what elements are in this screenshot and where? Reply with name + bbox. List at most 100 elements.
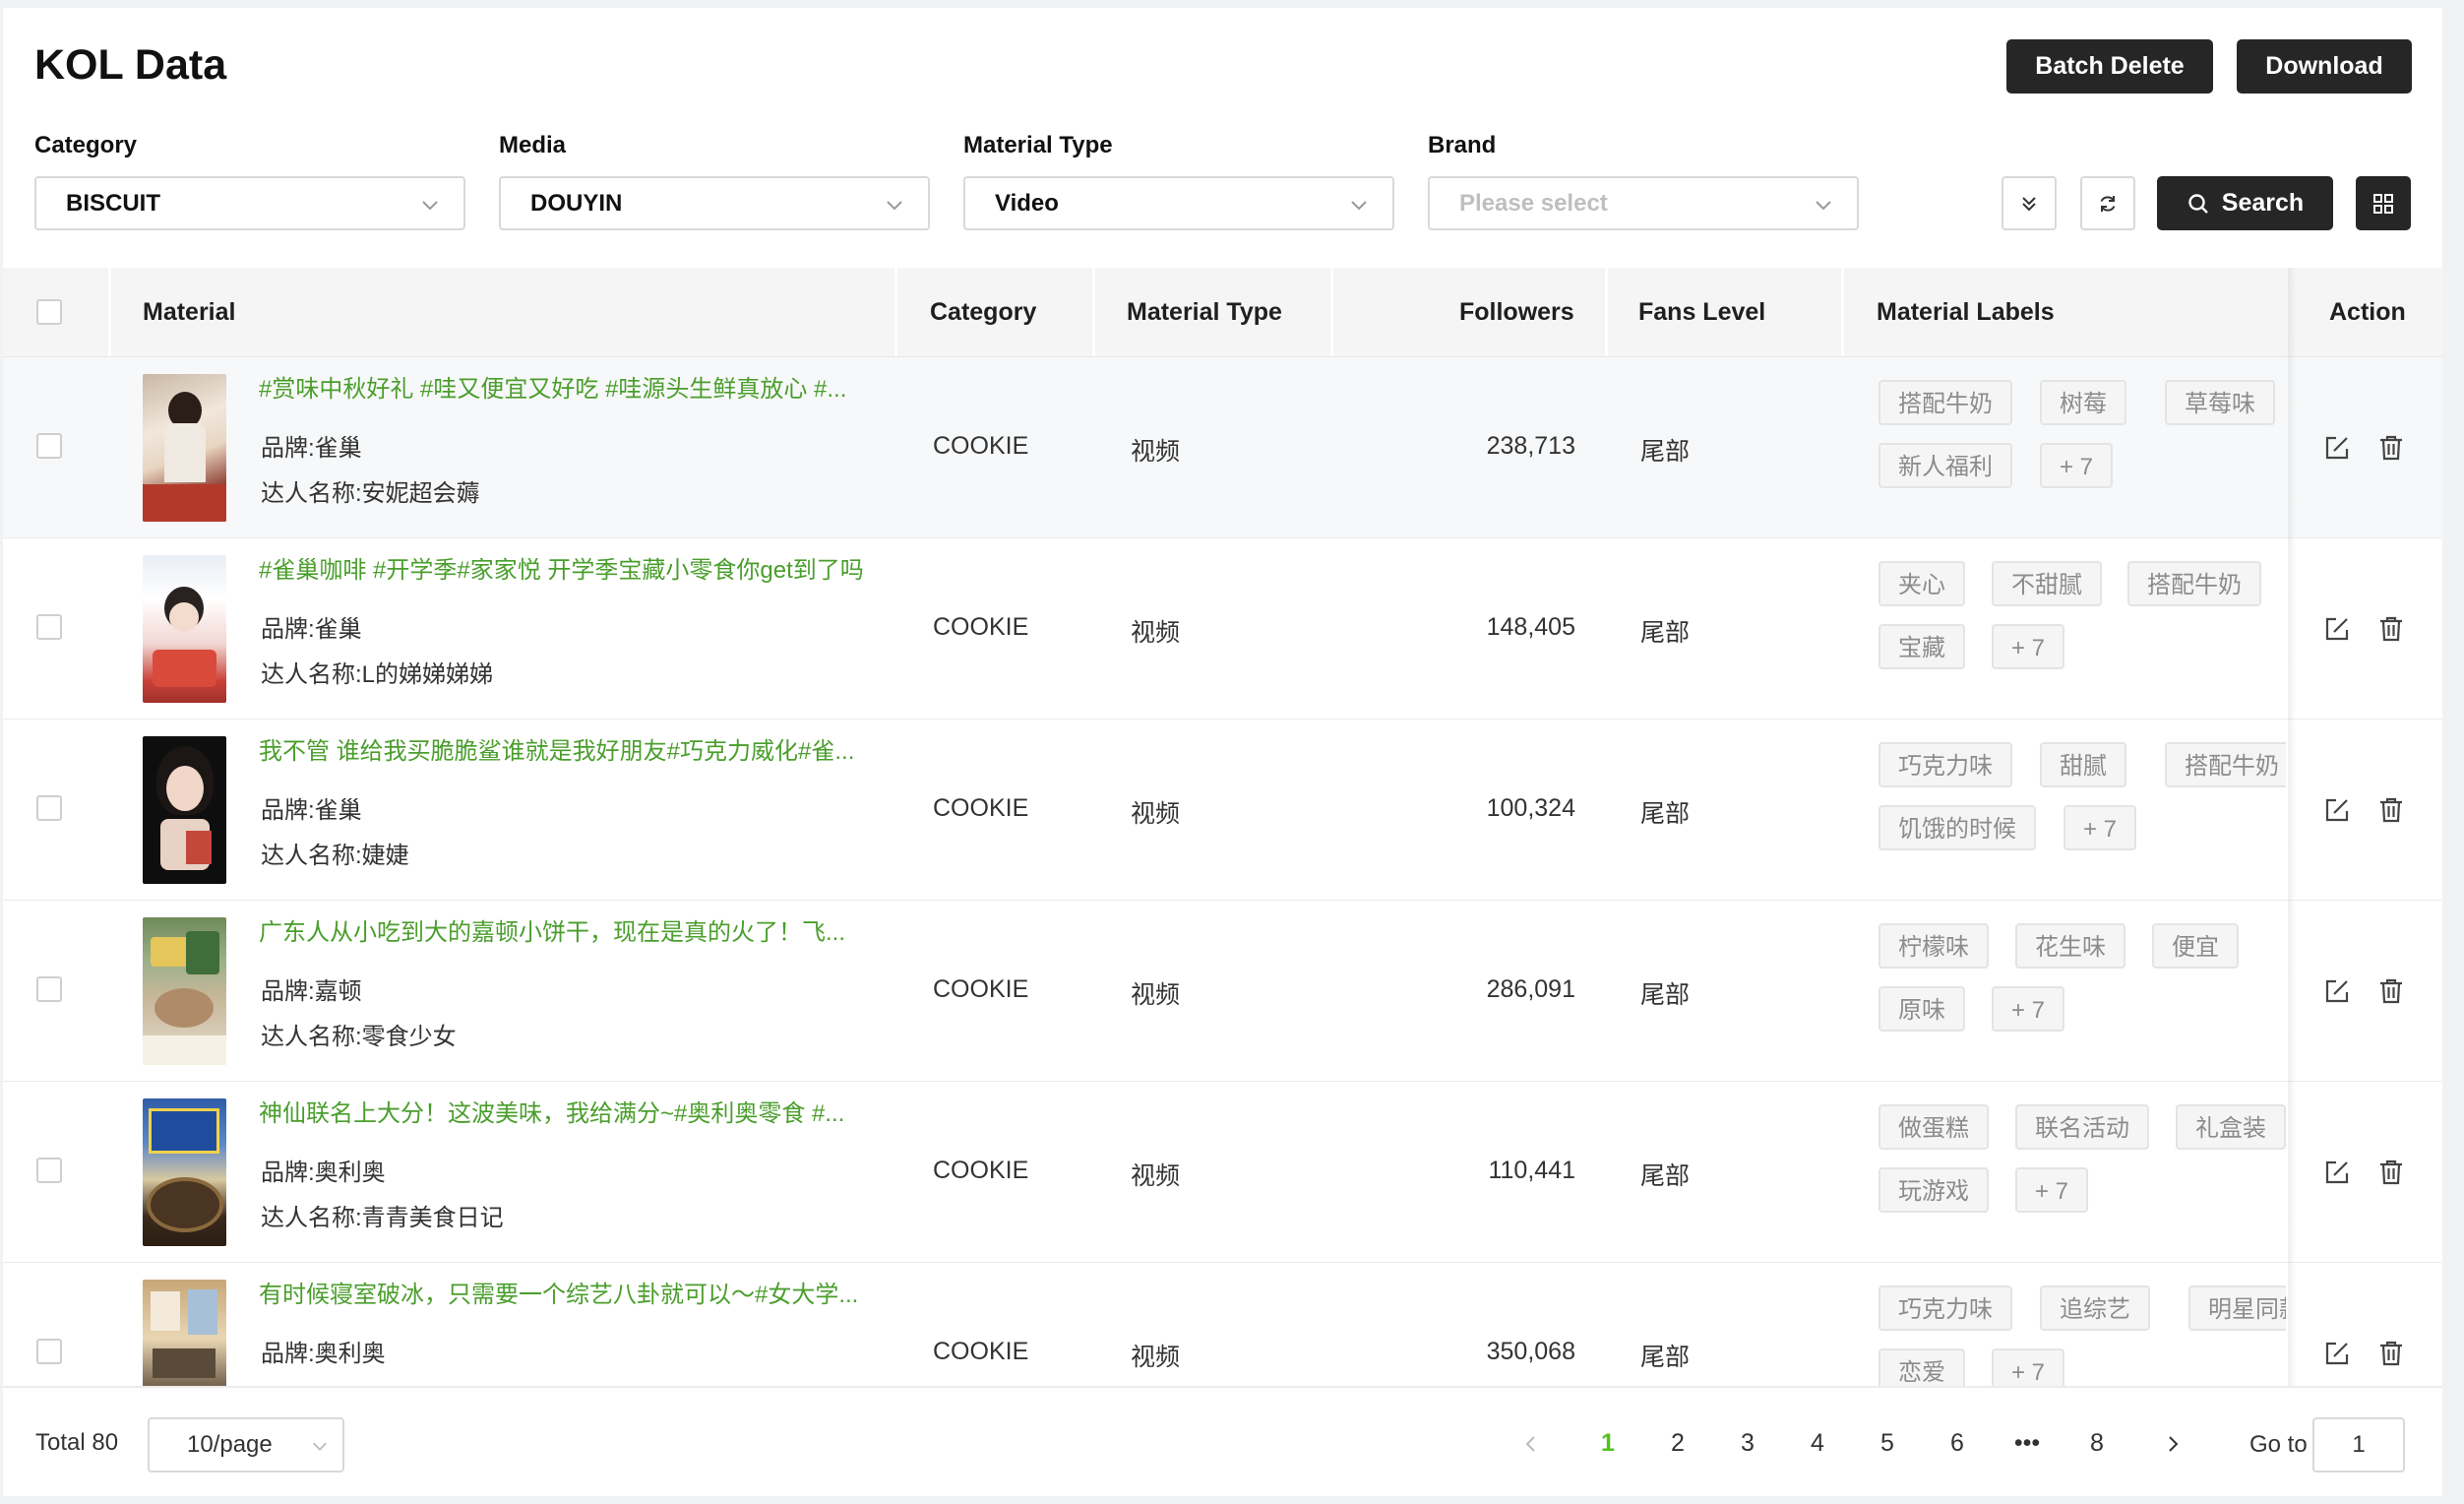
delete-icon[interactable] [2376,795,2406,825]
column-header-material-labels[interactable]: Material Labels [1877,268,2055,356]
row-checkbox[interactable] [36,795,62,821]
material-label-tag: 巧克力味 [1879,1285,2012,1331]
page-5-button[interactable]: 5 [1868,1429,1907,1458]
kol-name-text: 达人名称:安妮超会薅 [261,480,480,507]
delete-icon[interactable] [2376,1339,2406,1368]
material-thumbnail[interactable] [143,1280,226,1386]
delete-icon[interactable] [2376,433,2406,463]
batch-delete-button[interactable]: Batch Delete [2006,39,2213,94]
column-header-fans-level[interactable]: Fans Level [1638,268,1765,356]
row-checkbox[interactable] [36,1158,62,1183]
category-cell: COOKIE [933,975,1029,1003]
column-header-material-type[interactable]: Material Type [1127,268,1282,356]
delete-icon[interactable] [2376,614,2406,644]
search-icon [2188,193,2208,214]
more-labels-tag[interactable]: + 7 [1992,624,2065,669]
chevron-down-icon [1351,201,1367,211]
expand-filters-button[interactable] [2002,176,2057,230]
delete-icon[interactable] [2376,1158,2406,1187]
material-labels: 搭配牛奶 树莓 草莓味 新人福利 + 7 [1879,380,2286,528]
material-label-tag: 搭配牛奶 [2127,561,2261,606]
fans-level-cell: 尾部 [1640,619,1691,647]
more-labels-tag[interactable]: + 7 [1992,1348,2065,1386]
material-label-tag: 便宜 [2152,923,2239,969]
page-size-select[interactable]: 10/page [148,1417,344,1473]
column-header-material[interactable]: Material [143,268,235,356]
material-labels: 柠檬味 花生味 便宜 原味 + 7 [1879,923,2286,1071]
material-thumbnail[interactable] [143,374,226,522]
row-checkbox[interactable] [36,433,62,459]
kol-name-text: 达人名称:零食少女 [261,1024,457,1050]
more-labels-tag[interactable]: + 7 [2015,1167,2089,1213]
material-label-tag: 联名活动 [2015,1104,2149,1150]
material-thumbnail[interactable] [143,736,226,884]
goto-label: Go to [2249,1431,2308,1458]
category-select[interactable]: BISCUIT [34,176,465,230]
brand-select[interactable]: Please select [1428,176,1859,230]
page-ellipsis[interactable]: ••• [2007,1429,2047,1458]
table-row: 我不管 谁给我买脆脆鲨谁就是我好朋友#巧克力威化#雀... 品牌:雀巢 达人名称… [3,720,2442,902]
edit-icon[interactable] [2322,614,2352,644]
media-select-value: DOUYIN [530,189,623,217]
followers-cell: 148,405 [1486,613,1575,641]
download-button[interactable]: Download [2237,39,2412,94]
material-label-tag: 搭配牛奶 [2165,742,2286,787]
page-2-button[interactable]: 2 [1658,1429,1697,1458]
material-label-tag: 搭配牛奶 [1879,380,2012,425]
row-checkbox[interactable] [36,1339,62,1364]
edit-icon[interactable] [2322,976,2352,1006]
material-label-tag: 甜腻 [2040,742,2126,787]
material-label-tag: 做蛋糕 [1879,1104,1989,1150]
material-thumbnail[interactable] [143,1098,226,1246]
delete-icon[interactable] [2376,976,2406,1006]
fans-level-cell: 尾部 [1640,438,1691,466]
material-label-tag: 草莓味 [2165,380,2275,425]
row-checkbox[interactable] [36,614,62,640]
material-label-tag: 巧克力味 [1879,742,2012,787]
select-all-checkbox[interactable] [36,299,62,325]
material-title-link[interactable]: #雀巢咖啡 #开学季#家家悦 开学季宝藏小零食你get到了吗 [259,550,869,585]
column-header-followers[interactable]: Followers [1459,268,1574,356]
material-thumbnail[interactable] [143,917,226,1065]
material-label-tag: 柠檬味 [1879,923,1989,969]
brand-select-placeholder: Please select [1459,189,1608,217]
search-button[interactable]: Search [2157,176,2333,230]
chevron-left-icon[interactable] [1520,1433,1542,1455]
refresh-icon [2100,195,2116,212]
material-type-cell: 视频 [1131,1162,1181,1190]
brand-text: 品牌:雀巢 [261,435,362,462]
edit-icon[interactable] [2322,1339,2352,1368]
goto-page-input[interactable]: 1 [2312,1417,2405,1473]
page-size-value: 10/page [187,1431,273,1458]
material-type-select[interactable]: Video [963,176,1394,230]
edit-icon[interactable] [2322,1158,2352,1187]
material-type-cell: 视频 [1131,981,1181,1009]
grid-view-button[interactable] [2356,176,2411,230]
row-checkbox[interactable] [36,976,62,1002]
material-title-link[interactable]: 神仙联名上大分！这波美味，我给满分~#奥利奥零食 #... [259,1094,869,1128]
search-button-label: Search [2221,189,2305,217]
refresh-button[interactable] [2080,176,2135,230]
kol-name-text: 达人名称:青青美食日记 [261,1205,504,1231]
page-6-button[interactable]: 6 [1938,1429,1977,1458]
fans-level-cell: 尾部 [1640,981,1691,1009]
page-8-button[interactable]: 8 [2077,1429,2117,1458]
edit-icon[interactable] [2322,433,2352,463]
chevron-right-icon[interactable] [2162,1433,2184,1455]
media-select[interactable]: DOUYIN [499,176,930,230]
material-title-link[interactable]: 有时候寝室破冰，只需要一个综艺八卦就可以～#女大学... [259,1275,869,1309]
material-label-tag: 新人福利 [1879,443,2012,488]
brand-text: 品牌:奥利奥 [261,1341,386,1367]
page-4-button[interactable]: 4 [1798,1429,1837,1458]
more-labels-tag[interactable]: + 7 [1992,986,2065,1032]
material-thumbnail[interactable] [143,555,226,703]
material-title-link[interactable]: 我不管 谁给我买脆脆鲨谁就是我好朋友#巧克力威化#雀... [259,731,869,766]
page-3-button[interactable]: 3 [1728,1429,1767,1458]
column-header-category[interactable]: Category [930,268,1036,356]
more-labels-tag[interactable]: + 7 [2040,443,2114,488]
edit-icon[interactable] [2322,795,2352,825]
material-title-link[interactable]: 广东人从小吃到大的嘉顿小饼干，现在是真的火了！飞... [259,912,869,947]
more-labels-tag[interactable]: + 7 [2064,805,2137,850]
material-title-link[interactable]: #赏味中秋好礼 #哇又便宜又好吃 #哇源头生鲜真放心 #... [259,369,869,404]
page-1-button[interactable]: 1 [1588,1429,1628,1458]
